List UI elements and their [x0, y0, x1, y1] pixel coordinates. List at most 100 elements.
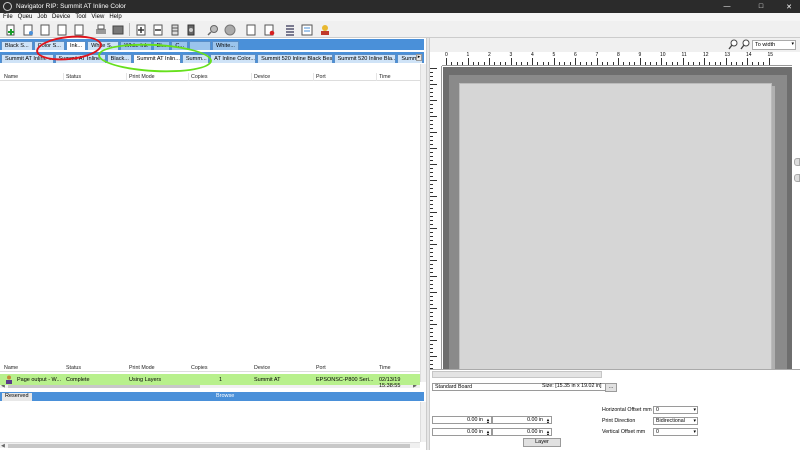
- queue-icon[interactable]: [300, 23, 313, 36]
- preview-canvas[interactable]: [443, 67, 792, 404]
- job-header: Name Status Print Mode Copies Device Por…: [0, 364, 420, 372]
- tab-white[interactable]: White...: [212, 41, 239, 50]
- ruler-tick: [698, 62, 700, 65]
- ruler-label: 10: [660, 52, 666, 58]
- menu-tool[interactable]: Tool: [75, 14, 86, 20]
- ruler-tick: [532, 58, 533, 65]
- list-icon[interactable]: [283, 23, 296, 36]
- ruler-tick: [558, 62, 560, 65]
- offset-field-4[interactable]: 0.00 in ▲ ▼: [492, 428, 552, 436]
- scrollbar-thumb[interactable]: [8, 444, 410, 448]
- tab-at-inline-color[interactable]: AT Inline Color...: [210, 54, 257, 63]
- menu-file[interactable]: File: [3, 14, 13, 20]
- ruler-tick: [430, 96, 433, 97]
- ruler-tick: [430, 160, 433, 161]
- col-time[interactable]: Time: [379, 74, 391, 80]
- layer-button[interactable]: Layer: [523, 438, 561, 447]
- ruler-tick: [430, 116, 437, 117]
- col-print-mode[interactable]: Print Mode: [129, 365, 155, 371]
- offset-field-2[interactable]: 0.00 in ▲ ▼: [492, 416, 552, 424]
- job-status: Complete: [66, 377, 90, 383]
- tab-reserved[interactable]: Reserved: [2, 393, 32, 401]
- col-status[interactable]: Status: [66, 74, 81, 80]
- vertical-offset-select[interactable]: 0 ▾: [653, 428, 698, 436]
- col-port[interactable]: Port: [316, 365, 326, 371]
- move-down-icon[interactable]: [151, 23, 164, 36]
- menu-view[interactable]: View: [91, 14, 104, 20]
- paper-preview[interactable]: [459, 83, 772, 387]
- menu-bar: File Queu Job Device Tool View Help: [0, 13, 800, 21]
- maximize-icon[interactable]: □: [750, 0, 772, 13]
- menu-help[interactable]: Help: [109, 14, 121, 20]
- ruler-tick: [430, 308, 437, 309]
- job-horizontal-scrollbar[interactable]: ◀: [0, 442, 420, 449]
- vertical-offset-label: Vertical Offset mm: [602, 429, 646, 435]
- ruler-tick: [741, 62, 743, 65]
- panel-handle-icon[interactable]: [794, 158, 800, 166]
- move-up-icon[interactable]: [134, 23, 147, 36]
- document-icon[interactable]: [72, 23, 85, 36]
- zoom-out-icon[interactable]: [740, 39, 750, 50]
- col-name[interactable]: Name: [4, 74, 18, 80]
- ruler-tick: [430, 180, 437, 181]
- column-separator: [126, 73, 127, 81]
- ruler-tick: [430, 296, 433, 297]
- ruler-tick: [430, 164, 437, 165]
- document-icon[interactable]: [38, 23, 51, 36]
- scroll-left-icon[interactable]: ◀: [1, 443, 5, 449]
- col-port[interactable]: Port: [316, 74, 326, 80]
- open-document-icon[interactable]: [21, 23, 34, 36]
- print-settings-panel: Standard Board ▾ Size: [15.35 in x 19.02…: [430, 369, 800, 450]
- ruler-tick: [430, 288, 433, 289]
- offset-field-1[interactable]: 0.00 in ▲ ▼: [432, 416, 492, 424]
- col-copies[interactable]: Copies: [191, 365, 208, 371]
- document-icon[interactable]: [244, 23, 257, 36]
- col-copies[interactable]: Copies: [191, 74, 208, 80]
- col-device[interactable]: Device: [254, 365, 270, 371]
- offset-value: 0.00 in: [527, 417, 543, 423]
- table-row[interactable]: Page output - W... Complete Using Layers…: [0, 374, 420, 389]
- horizontal-offset-select[interactable]: 0 ▾: [653, 406, 698, 414]
- settings-icon[interactable]: [184, 23, 197, 36]
- tab-black-s[interactable]: Black S...: [1, 41, 33, 50]
- zoom-in-icon[interactable]: [728, 39, 738, 50]
- size-button[interactable]: ...: [605, 383, 617, 392]
- ruler-tick: [677, 62, 679, 65]
- zoom-select[interactable]: To width ▾: [752, 40, 796, 50]
- ruler-tick: [430, 72, 433, 73]
- minimize-icon[interactable]: —: [716, 0, 738, 13]
- media-icon[interactable]: [111, 23, 124, 36]
- menu-job[interactable]: Job: [37, 14, 47, 20]
- col-name[interactable]: Name: [4, 365, 18, 371]
- tab-summit-520-black-best[interactable]: Summit 520 Inline Black Best: [257, 54, 333, 63]
- document-icon[interactable]: [55, 23, 68, 36]
- tab-browse[interactable]: Browse: [213, 393, 237, 401]
- stop-icon[interactable]: [223, 23, 236, 36]
- tab-summit-520-inline-bla[interactable]: Summit 520 Inline Bla...: [333, 54, 397, 63]
- print-direction-select[interactable]: Bidirectional ▾: [653, 417, 698, 425]
- offset-field-3[interactable]: 0.00 in ▲ ▼: [432, 428, 492, 436]
- ruler-tick: [430, 192, 433, 193]
- zoom-icon[interactable]: [206, 23, 219, 36]
- user-icon[interactable]: [318, 23, 331, 36]
- col-print-mode[interactable]: Print Mode: [129, 74, 155, 80]
- new-job-icon[interactable]: [4, 23, 17, 36]
- ruler-tick: [430, 220, 433, 221]
- close-icon[interactable]: ✕: [778, 0, 800, 13]
- ruler-tick: [430, 92, 433, 93]
- ruler-label: 14: [746, 52, 752, 58]
- stack-icon[interactable]: [168, 23, 181, 36]
- ruler-tick: [714, 62, 716, 65]
- ruler-tick: [639, 58, 641, 65]
- ruler-tick: [725, 58, 727, 65]
- remove-icon[interactable]: [262, 23, 275, 36]
- panel-handle-icon[interactable]: [794, 174, 800, 182]
- tab-scroll-right-icon[interactable]: ▸: [416, 54, 422, 61]
- col-time[interactable]: Time: [379, 365, 391, 371]
- menu-device[interactable]: Device: [52, 14, 70, 20]
- menu-queue[interactable]: Queu: [18, 14, 33, 20]
- ruler-tick: [548, 62, 550, 65]
- col-status[interactable]: Status: [66, 365, 81, 371]
- col-device[interactable]: Device: [254, 74, 270, 80]
- print-icon[interactable]: [94, 23, 107, 36]
